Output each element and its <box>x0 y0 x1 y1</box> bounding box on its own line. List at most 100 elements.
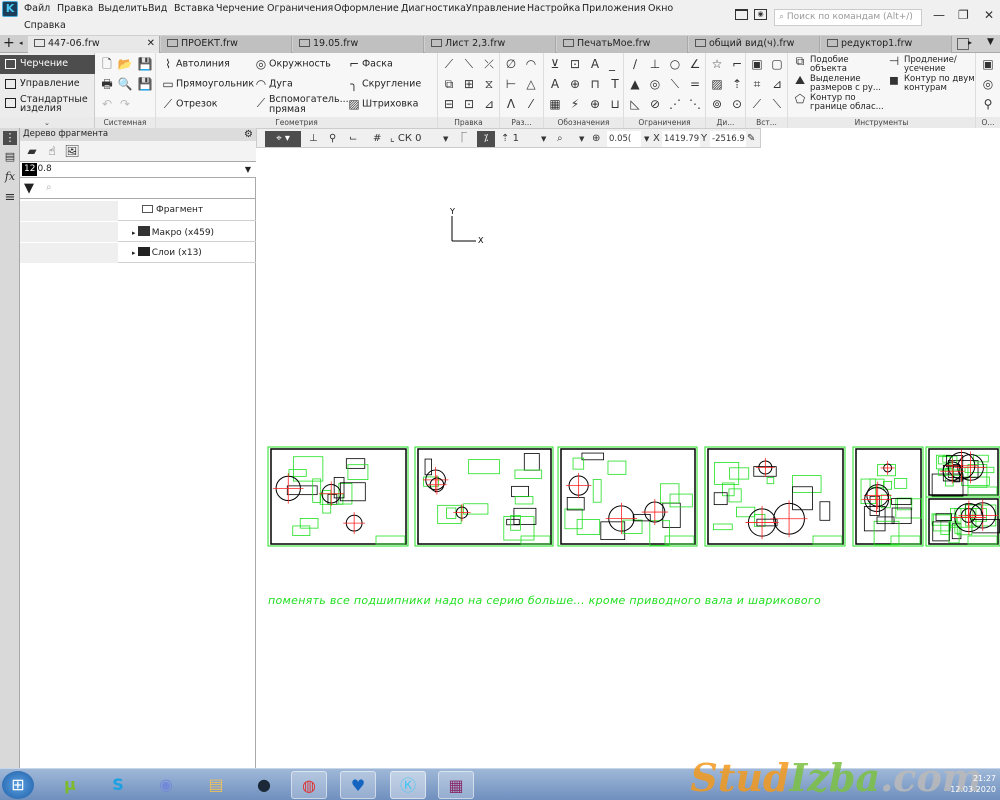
current-layer-select[interactable]: 12 0.8 ▼ <box>20 161 256 178</box>
drawing-canvas[interactable]: Y X поменять все подшипники надо на сери… <box>256 148 1000 768</box>
step-select[interactable]: ⇡ 1 <box>501 131 519 147</box>
constraints-tool-icon[interactable]: ∕ <box>627 56 643 72</box>
diag-tool-icon[interactable]: ☆ <box>709 56 725 72</box>
close-button[interactable]: ✕ <box>984 8 994 22</box>
discord-icon[interactable]: ◉ <box>148 771 184 799</box>
contour-two-button[interactable]: ◼ Контур по двум контурам <box>886 74 976 93</box>
contour-area-button[interactable]: ⬠ Контур по границе облас... <box>792 93 892 112</box>
edit-tool-icon[interactable]: ⊞ <box>461 76 477 92</box>
diag-tool-icon[interactable]: ⊚ <box>709 96 725 112</box>
layers-panel-icon[interactable]: ≡ <box>3 190 17 205</box>
edit-tool-icon[interactable]: ⟍ <box>461 56 477 72</box>
insert-tool-icon[interactable]: ⌗ <box>749 76 765 92</box>
window-layout-icon[interactable] <box>735 9 748 20</box>
notation-tool-icon[interactable]: T <box>607 76 623 92</box>
tab-447-06[interactable]: 447-06.frw ✕ <box>28 36 160 53</box>
notation-tool-icon[interactable]: ⊔ <box>607 96 623 112</box>
constraints-tool-icon[interactable]: ◺ <box>627 96 643 112</box>
fillet-button[interactable]: ╮ Скругление <box>346 78 421 90</box>
constraints-tool-icon[interactable]: ∠ <box>687 56 703 72</box>
dims-tool-icon[interactable]: ◠ <box>523 56 539 72</box>
menu-constraints[interactable]: Ограничения <box>267 3 333 14</box>
edit-tool-icon[interactable]: ⊿ <box>481 96 497 112</box>
object-similarity-button[interactable]: ⧉ Подобие объекта <box>792 55 884 74</box>
save-as-icon[interactable]: 💾 <box>137 76 153 92</box>
constraints-tool-icon[interactable]: ▲ <box>627 76 643 92</box>
scroll-tabs-right-icon[interactable]: ▸ <box>968 38 972 47</box>
notation-tool-icon[interactable]: ⊕ <box>567 76 583 92</box>
edit-tool-icon[interactable]: ⟋ <box>441 56 457 72</box>
menu-settings[interactable]: Настройка <box>527 3 580 14</box>
dims-tool-icon[interactable]: △ <box>523 76 539 92</box>
notation-tool-icon[interactable]: ⊕ <box>587 96 603 112</box>
menu-applications[interactable]: Приложения <box>582 3 646 14</box>
zoom-window-icon[interactable]: ⌕ <box>557 131 563 147</box>
select-objects-icon[interactable]: ☝ <box>44 143 60 159</box>
chevron-down-icon[interactable]: ▼ <box>541 131 546 147</box>
edit-tool-icon[interactable]: ⤫ <box>481 56 497 72</box>
insert-tool-icon[interactable]: ⟋ <box>749 96 765 112</box>
mode-drawing[interactable]: Черчение <box>0 55 95 74</box>
notation-tool-icon[interactable]: ⊓ <box>587 76 603 92</box>
rounding-icon[interactable]: ⁒ <box>477 131 495 147</box>
diag-tool-icon[interactable]: ⊙ <box>729 96 745 112</box>
tab-list-dropdown-icon[interactable]: ▼ <box>987 37 994 47</box>
y-coordinate-field[interactable]: -2516.9 <box>710 131 746 147</box>
drawing-sheet[interactable] <box>704 446 846 547</box>
close-tab-icon[interactable]: ✕ <box>147 36 155 52</box>
snap-mode-button[interactable]: ⌖ ▾ <box>265 131 301 147</box>
tree-node-layers[interactable]: ▸ Слои (x13) <box>20 243 256 263</box>
kompas-taskbar-icon[interactable]: Ⓚ <box>390 771 426 799</box>
heart-app-icon[interactable]: ♥ <box>340 771 376 799</box>
ortho-icon[interactable]: ⊥ <box>309 131 318 147</box>
menu-window[interactable]: Окно <box>648 3 673 14</box>
constraints-tool-icon[interactable]: = <box>687 76 703 92</box>
new-tab-plus-icon[interactable]: + <box>3 35 15 51</box>
menu-edit[interactable]: Правка <box>57 3 93 14</box>
redo-icon[interactable]: ↷ <box>117 96 133 112</box>
grid-icon[interactable]: # <box>373 131 381 147</box>
chevron-down-icon[interactable]: ▼ <box>245 162 251 177</box>
tab-list-2-3[interactable]: Лист 2,3.frw <box>425 36 556 53</box>
notation-tool-icon[interactable]: A <box>547 76 563 92</box>
constraints-tool-icon[interactable]: ○ <box>667 56 683 72</box>
menu-format[interactable]: Оформление <box>334 3 399 14</box>
menu-file[interactable]: Файл <box>24 3 50 14</box>
chevron-down-icon[interactable]: ▼ <box>579 131 584 147</box>
arc-button[interactable]: ◠ Дуга <box>253 78 293 90</box>
chevron-down-icon[interactable]: ▼ <box>443 131 448 147</box>
layer-icon[interactable]: ◎ <box>980 76 996 92</box>
image-icon[interactable]: 🖼 <box>64 143 80 159</box>
chamfer-button[interactable]: ⌐ Фаска <box>346 58 393 70</box>
zoom-icon[interactable]: ⊕ <box>592 131 600 147</box>
notation-tool-icon[interactable]: ▦ <box>547 96 563 112</box>
tree-panel-icon[interactable]: ⋮ <box>3 131 17 145</box>
tree-node-macro[interactable]: ▸ Макро (x459) <box>20 222 256 242</box>
diag-tool-icon[interactable]: ⇡ <box>729 76 745 92</box>
tree-node-fragment[interactable]: Фрагмент <box>20 201 256 221</box>
menu-insert[interactable]: Вставка <box>174 3 214 14</box>
menu-help[interactable]: Справка <box>24 20 66 31</box>
skype-icon[interactable]: S <box>100 771 136 799</box>
edit-tool-icon[interactable]: ⊡ <box>461 96 477 112</box>
select-dimensions-button[interactable]: ⛰ Выделение размеров с ру... <box>792 74 884 93</box>
scroll-tabs-left-icon[interactable]: ◂ <box>19 39 23 47</box>
notation-tool-icon[interactable]: ⚡ <box>567 96 583 112</box>
constraints-tool-icon[interactable]: ◎ <box>647 76 663 92</box>
insert-tool-icon[interactable]: ⊿ <box>769 76 785 92</box>
tab-reduktor1[interactable]: редуктор1.frw <box>821 36 952 53</box>
menu-manage[interactable]: Управление <box>466 3 526 14</box>
dims-tool-icon[interactable]: Λ <box>503 96 519 112</box>
print-icon[interactable]: 🖶 <box>99 76 115 92</box>
x-coordinate-field[interactable]: 1419.79 <box>662 131 700 147</box>
properties-panel-icon[interactable]: ▤ <box>3 150 17 164</box>
eyedropper-icon[interactable]: ✎ <box>747 131 755 147</box>
constraints-tool-icon[interactable]: ⊘ <box>647 96 663 112</box>
contour-icon[interactable]: ⎾ <box>457 131 467 147</box>
dims-tool-icon[interactable]: ⊢ <box>503 76 519 92</box>
autoline-button[interactable]: ⌇ Автолиния <box>160 58 230 70</box>
zoom-field[interactable]: 0.05( <box>607 131 641 147</box>
minimize-button[interactable]: — <box>933 8 945 22</box>
chevron-down-icon[interactable]: ▼ <box>644 131 649 147</box>
extend-trim-button[interactable]: ⊣ Продление/ усечение <box>886 55 976 74</box>
